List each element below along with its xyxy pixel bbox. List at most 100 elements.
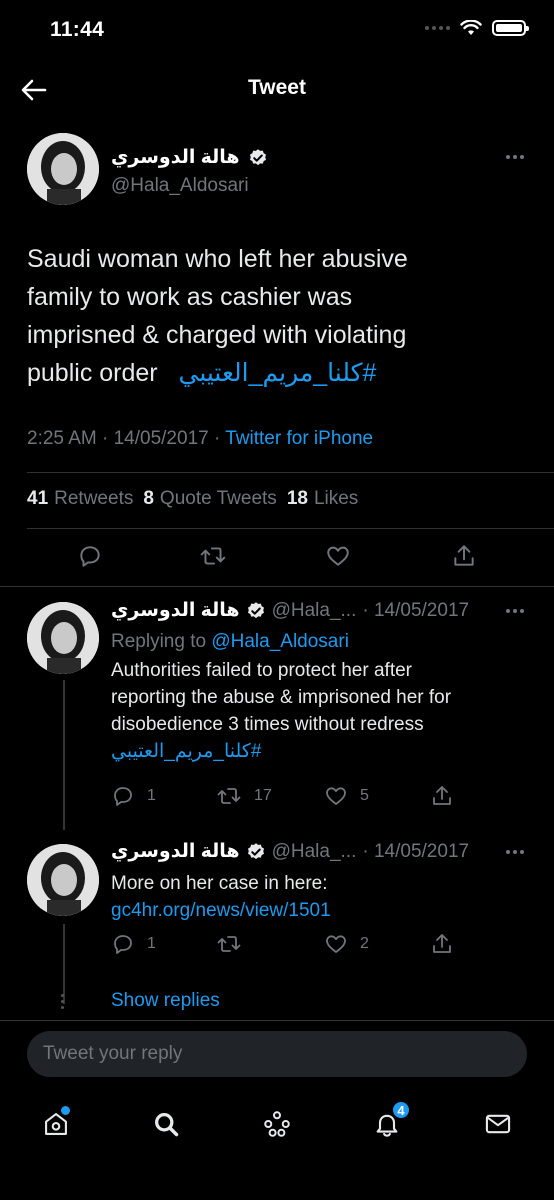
tab-home[interactable] (36, 1104, 76, 1144)
tweet-text-line: public order #كلنا_مريم_العتيبي (27, 354, 527, 392)
retweet-button[interactable]: 17 (216, 784, 272, 808)
reply-icon (114, 787, 132, 806)
likes-number: 18 (286, 488, 308, 509)
like-button[interactable] (325, 543, 351, 569)
quote-tweets-label: Quote Tweets (159, 488, 277, 509)
reply-count: 1 (147, 787, 156, 804)
engagement-counts: 41 Retweets 8 Quote Tweets 18 Likes (27, 488, 358, 510)
tweet-text-fragment: public order (27, 359, 158, 387)
retweet-icon (217, 936, 241, 952)
quote-tweets-count[interactable]: 8 Quote Tweets (143, 488, 276, 510)
tab-search[interactable] (146, 1104, 186, 1144)
like-button[interactable]: 2 (324, 932, 369, 956)
tweet-text: Saudi woman who left her abusive family … (27, 240, 527, 392)
divider (27, 472, 554, 473)
thread-line (63, 680, 65, 830)
reply-icon (114, 935, 132, 954)
author-display-name[interactable]: هالة الدوسري (111, 146, 240, 169)
tab-spaces[interactable] (257, 1104, 297, 1144)
reply-display-name[interactable]: هالة الدوسري (111, 840, 240, 863)
more-options-button[interactable] (506, 155, 524, 159)
hashtag-link[interactable]: #كلنا_مريم_العتيبي (178, 359, 376, 387)
divider (0, 586, 554, 587)
retweets-label: Retweets (54, 488, 134, 509)
tab-messages[interactable] (478, 1104, 518, 1144)
share-icon (433, 786, 451, 805)
envelope-icon (485, 1114, 511, 1134)
reply-composer[interactable] (27, 1031, 527, 1077)
page-title: Tweet (248, 76, 306, 99)
reply-button[interactable]: 1 (111, 784, 156, 808)
avatar[interactable] (27, 602, 99, 674)
reply-input[interactable] (27, 1031, 527, 1077)
reply-text-line: reporting the abuse & imprisoned her for (111, 687, 452, 708)
share-icon (454, 545, 474, 566)
tweet-text-line: Saudi woman who left her abusive (27, 245, 408, 273)
likes-label: Likes (313, 488, 359, 509)
retweet-count: 17 (254, 787, 272, 804)
reply-author-row: هالة الدوسري @Hala_... · 14/05/2017 (111, 599, 469, 622)
retweet-button[interactable] (216, 932, 254, 956)
share-icon (433, 934, 451, 953)
reply-author-row: هالة الدوسري @Hala_... · 14/05/2017 (111, 840, 469, 863)
replying-to-link[interactable]: @Hala_Aldosari (211, 631, 349, 652)
divider (0, 1020, 554, 1021)
divider (27, 528, 554, 529)
like-count: 2 (360, 935, 369, 952)
replying-to-label: Replying to (111, 631, 207, 652)
show-replies-link[interactable]: Show replies (111, 990, 220, 1012)
heart-icon (326, 935, 346, 953)
heart-icon (327, 546, 349, 566)
external-link[interactable]: gc4hr.org/news/view/1501 (111, 897, 531, 924)
tab-notifications[interactable]: 4 (367, 1100, 411, 1144)
more-options-button[interactable] (506, 850, 524, 854)
reply-display-name[interactable]: هالة الدوسري (111, 599, 240, 622)
heart-icon (326, 787, 346, 805)
reply-text-line: More on her case in here: (111, 873, 328, 894)
thread-line (63, 924, 65, 1004)
status-icons (425, 20, 529, 36)
retweet-icon (200, 547, 226, 565)
quote-tweets-number: 8 (143, 488, 154, 509)
search-icon (155, 1113, 179, 1137)
tweet-text-line: family to work as cashier was (27, 283, 353, 311)
reply-date: · 14/05/2017 (362, 840, 470, 862)
avatar[interactable] (27, 133, 99, 205)
reply-handle[interactable]: @Hala_... (272, 600, 357, 622)
tweet-detail-screen: 11:44 Tweet هالة الدوسري @Hala_Aldosari … (0, 0, 554, 1200)
thread-continuation-dots (61, 994, 64, 1009)
reply-button[interactable]: 1 (111, 932, 156, 956)
spaces-icon (264, 1111, 290, 1137)
status-bar: 11:44 (0, 0, 554, 62)
share-button[interactable] (430, 784, 454, 808)
more-options-button[interactable] (506, 609, 524, 613)
likes-count[interactable]: 18 Likes (287, 488, 359, 510)
notifications-badge: 4 (391, 1100, 411, 1120)
hashtag-link[interactable]: #كلنا_مريم_العتيبي (111, 738, 531, 765)
share-button[interactable] (430, 932, 454, 956)
tweet-source-link[interactable]: Twitter for iPhone (225, 428, 373, 449)
reply-handle[interactable]: @Hala_... (272, 841, 357, 863)
home-notification-dot (61, 1106, 70, 1115)
tweet-date: 14/05/2017 (113, 428, 209, 449)
avatar[interactable] (27, 844, 99, 916)
share-button[interactable] (451, 543, 477, 569)
tweet-time: 2:25 AM (27, 428, 97, 449)
reply-icon (80, 546, 100, 567)
reply-count: 1 (147, 935, 156, 952)
author-name-row: هالة الدوسري (111, 146, 268, 169)
reply-text: Replying to @Hala_Aldosari Authorities f… (111, 628, 531, 765)
retweets-count[interactable]: 41 Retweets (27, 488, 133, 510)
like-button[interactable]: 5 (324, 784, 369, 808)
reply-text: More on her case in here: gc4hr.org/news… (111, 870, 531, 924)
main-tweet-actions (0, 543, 554, 573)
reply-button[interactable] (77, 543, 103, 569)
top-nav: Tweet (0, 62, 554, 116)
retweet-icon (217, 788, 241, 804)
retweets-number: 41 (27, 488, 49, 509)
author-handle[interactable]: @Hala_Aldosari (111, 175, 249, 197)
like-count: 5 (360, 787, 369, 804)
battery-icon (492, 20, 529, 36)
reply-date: · 14/05/2017 (362, 599, 470, 621)
retweet-button[interactable] (199, 543, 227, 569)
